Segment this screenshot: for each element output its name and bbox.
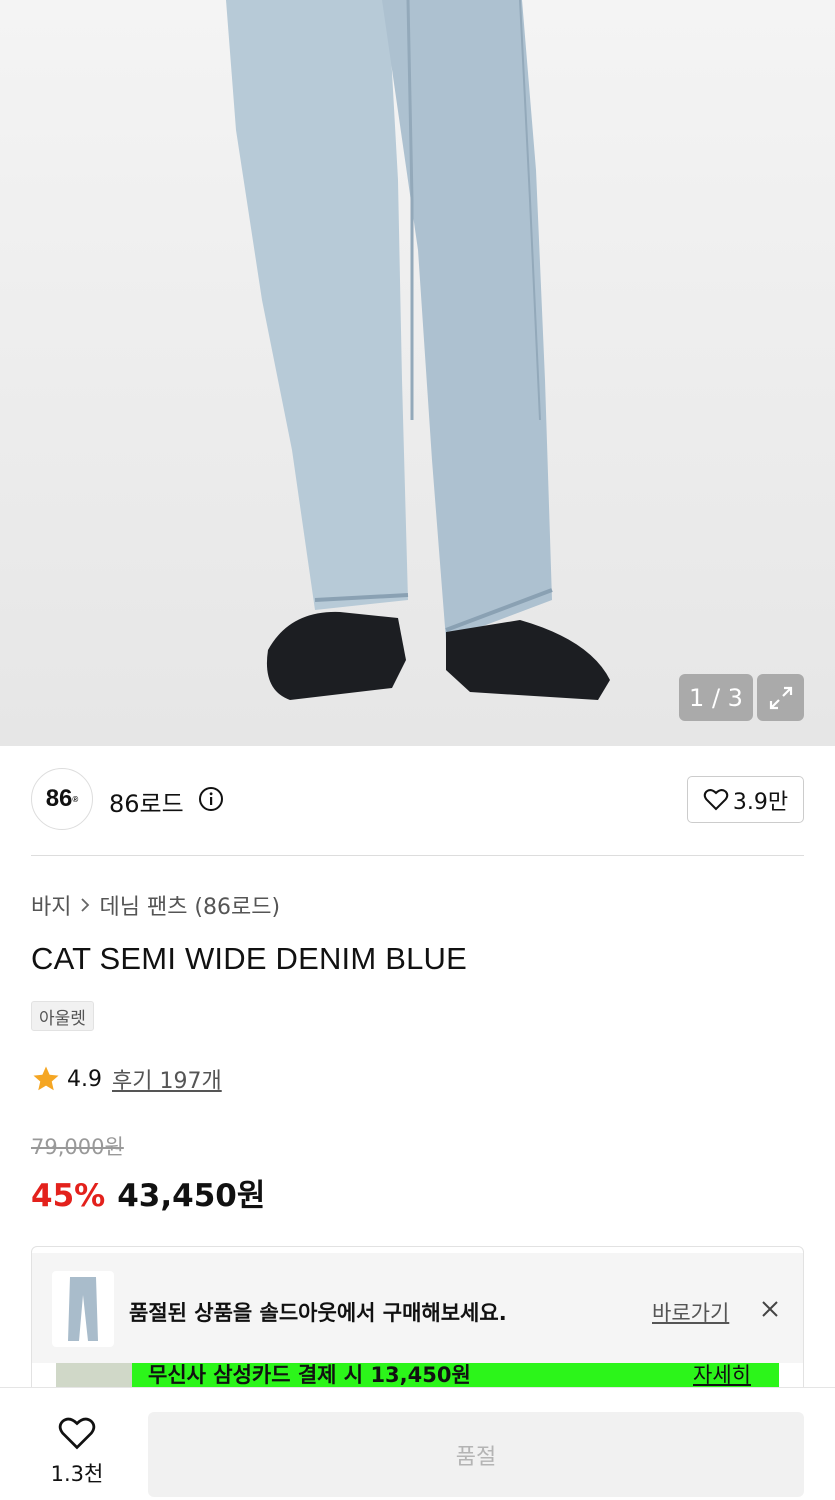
brand-name[interactable]: 86로드: [109, 784, 184, 819]
soldout-notice-link[interactable]: 바로가기: [652, 1297, 729, 1327]
heart-icon: [703, 788, 729, 810]
brand-like-count: 3.9만: [732, 789, 789, 815]
soldout-thumbnail: [52, 1271, 114, 1347]
expand-icon[interactable]: [757, 674, 804, 721]
star-icon: [33, 1066, 59, 1091]
brand-like-button[interactable]: 3.9만: [687, 776, 804, 823]
image-counter: 1 / 3: [679, 674, 753, 721]
breadcrumb: 바지 데님 팬츠 (86로드): [31, 889, 280, 921]
close-icon[interactable]: [760, 1299, 780, 1319]
sale-price: 43,450원: [117, 1178, 266, 1214]
bottom-bar: 1.3천 품절: [0, 1387, 835, 1500]
breadcrumb-category[interactable]: 바지: [31, 889, 71, 921]
wishlist-count: 1.3천: [50, 1462, 104, 1486]
divider: [31, 855, 804, 856]
rating-value: 4.9: [67, 1066, 102, 1092]
product-page: 1 / 3 86 ® 86로드 3.9만 바지 데님 팬츠 (86로드) CAT …: [0, 0, 835, 1500]
wishlist-button[interactable]: 1.3천: [40, 1416, 114, 1488]
product-image[interactable]: 1 / 3: [0, 0, 835, 746]
benefit-box: 무신사 삼성카드 결제 시 13,450원 자세히 품절된 상품을 솔드아웃에서…: [31, 1246, 804, 1406]
rating-row: 4.9 후기 197개: [31, 1063, 222, 1095]
product-title: CAT SEMI WIDE DENIM BLUE: [31, 941, 467, 976]
price-row: 45% 43,450원: [31, 1170, 265, 1215]
brand-logo-text: 86: [45, 785, 73, 812]
card-promo-text: 무신사 삼성카드 결제 시 13,450원: [148, 1363, 471, 1387]
soldout-notice: 품절된 상품을 솔드아웃에서 구매해보세요. 바로가기: [32, 1253, 803, 1363]
original-price: 79,000원: [31, 1135, 124, 1159]
breadcrumb-subcategory[interactable]: 데님 팬츠 (86로드): [99, 889, 280, 921]
brand-logo[interactable]: 86 ®: [31, 768, 93, 830]
info-icon[interactable]: [198, 786, 224, 812]
denim-photo: [226, 0, 610, 700]
heart-icon: [58, 1417, 96, 1450]
soldout-notice-text: 품절된 상품을 솔드아웃에서 구매해보세요.: [129, 1301, 507, 1325]
chevron-right-icon: [81, 898, 90, 912]
reviews-link[interactable]: 후기 197개: [112, 1063, 222, 1095]
discount-rate: 45%: [31, 1178, 106, 1214]
soldout-button[interactable]: 품절: [148, 1412, 804, 1497]
brand-row: 86 ® 86로드 3.9만: [31, 768, 804, 832]
outlet-tag: 아울렛: [31, 1001, 94, 1031]
card-promo-link[interactable]: 자세히: [693, 1363, 751, 1389]
